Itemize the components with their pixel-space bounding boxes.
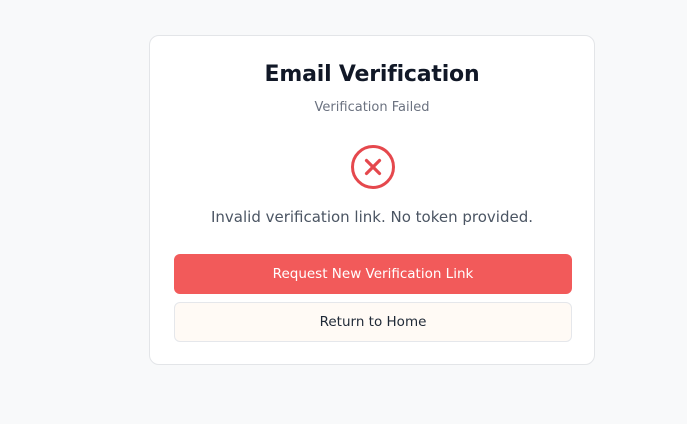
verification-card: Email Verification Verification Failed I… — [149, 35, 595, 365]
error-message: Invalid verification link. No token prov… — [210, 208, 534, 226]
request-new-link-button[interactable]: Request New Verification Link — [174, 254, 572, 294]
status-subtitle: Verification Failed — [314, 100, 430, 115]
page-title: Email Verification — [264, 62, 480, 87]
return-home-button[interactable]: Return to Home — [174, 302, 572, 342]
error-x-circle-icon — [351, 145, 395, 189]
